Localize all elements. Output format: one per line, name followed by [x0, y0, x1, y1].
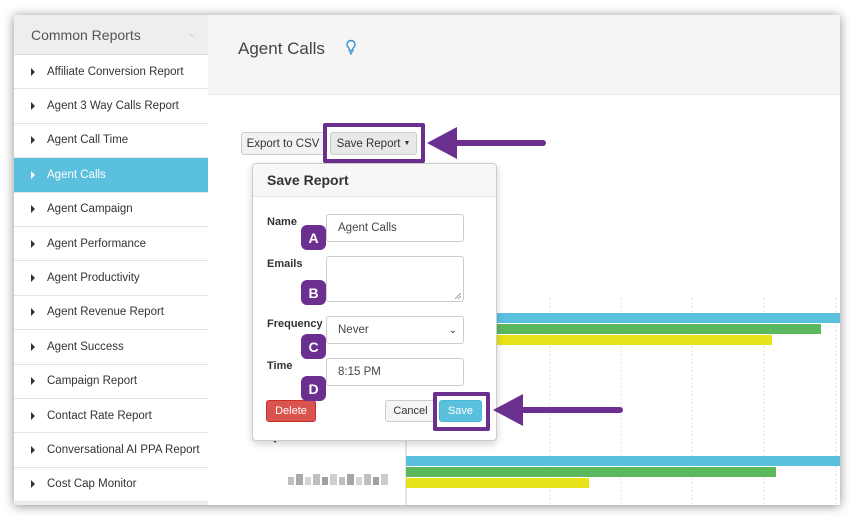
sidebar: Common Reports ⌵ Affiliate Conversion Re…: [14, 15, 208, 505]
frequency-select[interactable]: Never ⌄: [326, 316, 464, 344]
time-input[interactable]: 8:15 PM: [326, 358, 464, 386]
sidebar-item-label: Agent Productivity: [47, 272, 140, 285]
export-to-csv-button[interactable]: Export to CSV: [241, 132, 325, 155]
save-report-popover: Save Report Name Agent Calls Emails Freq…: [252, 163, 497, 441]
bar-blue: [406, 456, 840, 466]
sidebar-item-agent-productivity[interactable]: Agent Productivity: [14, 261, 208, 296]
emails-textarea[interactable]: [326, 256, 464, 302]
annotation-badge-c: C: [301, 334, 326, 359]
frequency-selected-value: Never: [338, 324, 369, 336]
caret-right-icon: [31, 342, 35, 351]
sidebar-item-label: Agent Campaign: [47, 203, 133, 216]
sidebar-item-agent-performance[interactable]: Agent Performance: [14, 226, 208, 262]
bar-yellow: [406, 478, 589, 488]
caret-right-icon: [31, 170, 35, 179]
chevron-down-icon: ⌄: [448, 324, 457, 336]
sidebar-item-conversational-ai-ppa-report[interactable]: Conversational AI PPA Report: [14, 433, 208, 468]
main-content: Agent Calls Export to CSV Save Report ▼ …: [208, 15, 840, 505]
popover-title: Save Report: [253, 164, 496, 197]
sidebar-item-contact-rate-report[interactable]: Contact Rate Report: [14, 398, 208, 434]
sidebar-item-affiliate-conversion-report[interactable]: Affiliate Conversion Report: [14, 55, 208, 90]
annotation-badge-d: D: [301, 376, 326, 401]
caret-right-icon: [31, 205, 35, 214]
caret-right-icon: [31, 411, 35, 420]
caret-right-icon: [31, 67, 35, 76]
sidebar-item-agent-call-time[interactable]: Agent Call Time: [14, 123, 208, 159]
caret-right-icon: [31, 308, 35, 317]
sidebar-item-agent-revenue-report[interactable]: Agent Revenue Report: [14, 295, 208, 331]
caret-right-icon: [31, 480, 35, 489]
sidebar-item-label: Agent 3 Way Calls Report: [47, 100, 179, 113]
redacted-category-label: [288, 474, 388, 485]
delete-button[interactable]: Delete: [266, 400, 316, 422]
sidebar-item-label: Agent Call Time: [47, 134, 129, 147]
caret-right-icon: [31, 377, 35, 386]
sidebar-item-agent-success[interactable]: Agent Success: [14, 330, 208, 365]
bar-green: [406, 467, 776, 477]
caret-right-icon: [31, 445, 35, 454]
annotation-badge-a: A: [301, 225, 326, 250]
sidebar-item-label: Conversational AI PPA Report: [47, 443, 200, 456]
app-window: Common Reports ⌵ Affiliate Conversion Re…: [14, 15, 840, 505]
cancel-button[interactable]: Cancel: [385, 400, 436, 422]
emails-label: Emails: [267, 258, 303, 270]
sidebar-item-cost-cap-monitor[interactable]: Cost Cap Monitor: [14, 467, 208, 503]
sidebar-item-label: Cost Cap Monitor: [47, 478, 137, 491]
sidebar-item-label: Agent Performance: [47, 237, 147, 250]
sidebar-section-title: Common Reports: [31, 26, 141, 43]
save-report-highlight: [323, 123, 425, 163]
sidebar-item-agent-calls[interactable]: Agent Calls: [14, 158, 208, 193]
sidebar-item-label: Agent Success: [47, 340, 124, 353]
sidebar-item-label: Affiliate Conversion Report: [47, 65, 184, 78]
sidebar-report-list: Affiliate Conversion Report Agent 3 Way …: [14, 55, 208, 503]
time-label: Time: [267, 360, 293, 372]
caret-right-icon: [31, 274, 35, 283]
caret-right-icon: [31, 239, 35, 248]
save-button-highlight: [433, 392, 490, 431]
chevron-down-icon: ⌵: [189, 29, 196, 39]
sidebar-item-label: Agent Revenue Report: [47, 306, 164, 319]
sidebar-item-agent-campaign[interactable]: Agent Campaign: [14, 192, 208, 227]
frequency-label: Frequency: [267, 318, 323, 330]
sidebar-item-label: Campaign Report: [47, 375, 138, 388]
resize-grip-icon[interactable]: [455, 293, 461, 299]
caret-right-icon: [31, 136, 35, 145]
report-name-input[interactable]: Agent Calls: [326, 214, 464, 242]
sidebar-item-label: Contact Rate Report: [47, 409, 152, 422]
sidebar-section-header[interactable]: Common Reports ⌵: [14, 15, 208, 55]
sidebar-item-agent-3-way-calls-report[interactable]: Agent 3 Way Calls Report: [14, 89, 208, 124]
caret-right-icon: [31, 102, 35, 111]
annotation-badge-b: B: [301, 280, 326, 305]
name-label: Name: [267, 216, 297, 228]
sidebar-item-campaign-report[interactable]: Campaign Report: [14, 364, 208, 399]
sidebar-item-label: Agent Calls: [47, 168, 106, 181]
